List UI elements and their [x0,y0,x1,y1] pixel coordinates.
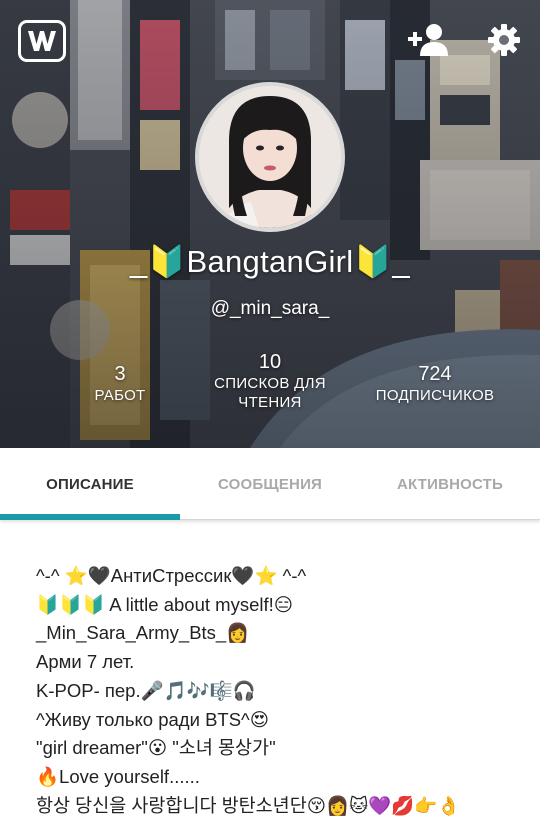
profile-username: _🔰BangtanGirl🔰_ [130,244,410,279]
avatar-photo [199,86,341,228]
tab-activity[interactable]: АКТИВНОСТЬ [360,448,540,520]
add-user-icon[interactable] [406,22,452,58]
stat-reading-lists-label-line2: ЧТЕНИЯ [238,394,302,411]
description-line: 🔰🔰🔰 A little about myself!😑 [36,593,294,615]
stat-works-label: РАБОТ [94,387,146,404]
description-line: _Min_Sara_Army_Bts_👩 [36,622,250,644]
profile-tabs: ОПИСАНИЕ СООБЩЕНИЯ АКТИВНОСТЬ [0,448,540,520]
description-line: "girl dreamer"😮 "소녀 몽상가" [36,737,276,759]
profile-description: ^-^ ⭐🖤АнтиСтрессик🖤⭐ ^-^ 🔰🔰🔰 A little ab… [36,562,526,820]
description-line: Арми 7 лет. [36,651,135,673]
stat-followers-label: ПОДПИСЧИКОВ [375,387,495,404]
tab-description[interactable]: ОПИСАНИЕ [0,448,180,520]
gear-icon[interactable] [486,22,522,58]
stat-works[interactable]: 3 РАБОТ [70,362,170,405]
description-line: K-POP- пер.🎤🎵🎶🎼🎧 [36,679,256,701]
avatar[interactable] [195,82,345,232]
stat-reading-lists-label-line1: СПИСКОВ ДЛЯ [214,375,326,392]
stat-works-value: 3 [114,363,126,385]
profile-handle: @_min_sara_ [210,298,330,319]
description-line: 항상 당신을 사랑합니다 방탄소년단😚👩🐱💜💋👉👌 [36,794,461,816]
profile-header: _🔰BangtanGirl🔰_ @_min_sara_ 3 РАБОТ 10 С… [0,0,540,448]
stat-followers[interactable]: 724 ПОДПИСЧИКОВ [350,362,520,405]
description-line: 🔥Love yourself...... [36,765,200,787]
stat-reading-lists[interactable]: 10 СПИСКОВ ДЛЯ ЧТЕНИЯ [200,350,340,412]
wattpad-w-icon[interactable] [18,20,66,62]
description-line: ^Живу только ради BTS^😍 [36,708,270,730]
description-line: ^-^ ⭐🖤АнтиСтрессик🖤⭐ ^-^ [36,565,307,586]
tab-messages[interactable]: СООБЩЕНИЯ [180,448,360,520]
stat-followers-value: 724 [418,363,452,385]
active-tab-indicator [0,514,180,520]
stat-reading-lists-value: 10 [258,351,282,373]
